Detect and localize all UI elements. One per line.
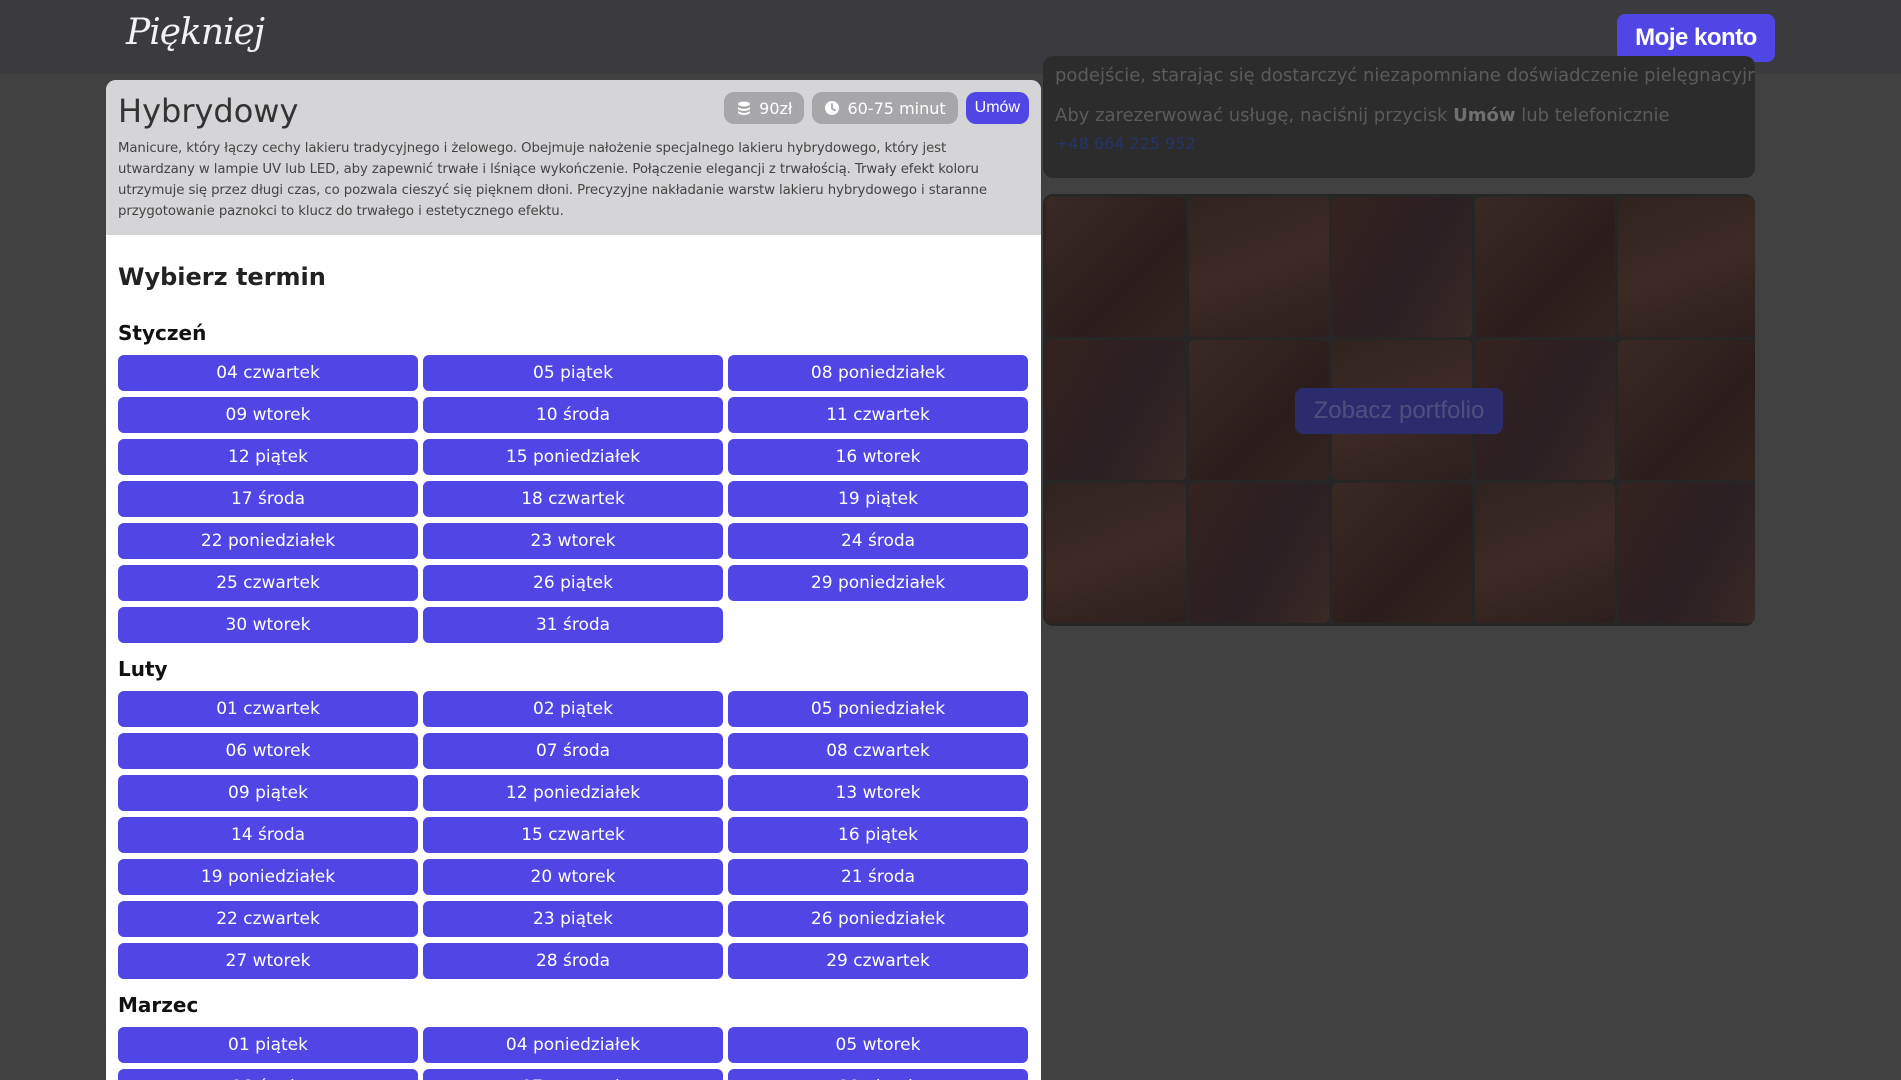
date-button[interactable]: 22 czwartek (118, 901, 418, 937)
portfolio-image (1475, 197, 1615, 337)
duration-label: 60-75 minut (847, 98, 946, 118)
date-button[interactable]: 22 poniedziałek (118, 523, 418, 559)
date-button[interactable]: 04 poniedziałek (423, 1027, 723, 1063)
booking-section: Wybierz termin Styczeń 04 czwartek 05 piąt… (106, 263, 1041, 1080)
date-button[interactable]: 26 piątek (423, 565, 723, 601)
date-button[interactable]: 05 piątek (423, 355, 723, 391)
date-button[interactable]: 23 piątek (423, 901, 723, 937)
date-button[interactable]: 08 czwartek (728, 733, 1028, 769)
date-button[interactable]: 26 poniedziałek (728, 901, 1028, 937)
portfolio-image (1618, 197, 1755, 337)
choose-date-title: Wybierz termin (118, 263, 326, 291)
service-title: Hybrydowy (118, 92, 299, 130)
price-badge: 90zł (724, 92, 805, 124)
date-button[interactable]: 20 wtorek (423, 859, 723, 895)
date-button[interactable]: 31 środa (423, 607, 723, 643)
date-button[interactable]: 24 środa (728, 523, 1028, 559)
service-meta: 90zł 60-75 minut Umów (724, 92, 1029, 124)
see-portfolio-button[interactable]: Zobacz portfolio (1295, 388, 1503, 434)
portfolio-image (1475, 483, 1615, 623)
date-button[interactable]: 01 piątek (118, 1027, 418, 1063)
date-button[interactable]: 06 wtorek (118, 733, 418, 769)
date-button[interactable]: 07 środa (423, 733, 723, 769)
date-button[interactable]: 15 poniedziałek (423, 439, 723, 475)
date-button[interactable]: 09 piątek (118, 775, 418, 811)
date-button[interactable]: 04 czwartek (118, 355, 418, 391)
date-button[interactable]: 19 poniedziałek (118, 859, 418, 895)
date-button[interactable]: 16 wtorek (728, 439, 1028, 475)
portfolio-gallery: Zobacz portfolio (1043, 194, 1755, 626)
coins-icon (736, 100, 752, 116)
date-button[interactable]: 17 środa (118, 481, 418, 517)
date-button[interactable]: 05 wtorek (728, 1027, 1028, 1063)
price-label: 90zł (759, 98, 793, 118)
portfolio-image (1332, 483, 1472, 623)
date-button[interactable]: 27 wtorek (118, 943, 418, 979)
date-button[interactable]: 08 poniedziałek (728, 355, 1028, 391)
service-header: Hybrydowy 90zł 60-75 minut Umów Manicure… (106, 80, 1041, 235)
portfolio-image (1046, 483, 1186, 623)
date-button[interactable]: 12 piątek (118, 439, 418, 475)
service-info-panel: podejście, starając się dostarczyć nieza… (1043, 56, 1755, 178)
date-button[interactable]: 08 piątek (728, 1069, 1028, 1080)
portfolio-image (1189, 197, 1329, 337)
date-button[interactable]: 21 środa (728, 859, 1028, 895)
portfolio-image (1046, 197, 1186, 337)
book-button[interactable]: Umów (965, 92, 1029, 124)
clock-icon (824, 100, 840, 116)
date-button[interactable]: 10 środa (423, 397, 723, 433)
portfolio-image (1618, 483, 1755, 623)
date-button[interactable]: 29 poniedziałek (728, 565, 1028, 601)
date-button[interactable]: 01 czwartek (118, 691, 418, 727)
date-button[interactable]: 30 wtorek (118, 607, 418, 643)
portfolio-image (1618, 340, 1755, 480)
date-button[interactable]: 28 środa (423, 943, 723, 979)
brand-logo[interactable]: Piękniej (126, 12, 265, 53)
portfolio-image (1046, 340, 1186, 480)
date-button[interactable]: 13 wtorek (728, 775, 1028, 811)
day-grid: 01 czwartek 02 piątek 05 poniedziałek 06 wt… (118, 691, 1029, 979)
month-heading: Luty (118, 657, 168, 681)
date-button[interactable]: 06 środa (118, 1069, 418, 1080)
months-container: Styczeń 04 czwartek 05 piątek 08 poniedział… (118, 321, 1029, 1080)
month-heading: Styczeń (118, 321, 207, 345)
date-button[interactable]: 02 piątek (423, 691, 723, 727)
date-button[interactable]: 25 czwartek (118, 565, 418, 601)
service-description: Manicure, który łączy cechy lakieru trad… (118, 141, 987, 219)
portfolio-image (1332, 197, 1472, 337)
date-button[interactable]: 14 środa (118, 817, 418, 853)
date-button[interactable]: 05 poniedziałek (728, 691, 1028, 727)
phone-link[interactable]: +48 664 225 952 (1055, 130, 1743, 158)
portfolio-image (1189, 483, 1329, 623)
date-button[interactable]: 11 czwartek (728, 397, 1028, 433)
date-button[interactable]: 18 czwartek (423, 481, 723, 517)
day-grid: 04 czwartek 05 piątek 08 poniedziałek 09 wt… (118, 355, 1029, 643)
duration-badge: 60-75 minut (812, 92, 958, 124)
date-button[interactable]: 29 czwartek (728, 943, 1028, 979)
month-heading: Marzec (118, 993, 199, 1017)
date-button[interactable]: 19 piątek (728, 481, 1028, 517)
date-button[interactable]: 12 poniedziałek (423, 775, 723, 811)
day-grid: 01 piątek04 poniedziałek05 wtorek 06 środ… (118, 1027, 1029, 1080)
booking-modal: Hybrydowy 90zł 60-75 minut Umów Manicure… (106, 80, 1041, 1080)
date-button[interactable]: 09 wtorek (118, 397, 418, 433)
my-account-button[interactable]: Moje konto (1617, 14, 1775, 62)
date-button[interactable]: 23 wtorek (423, 523, 723, 559)
info-text: podejście, starając się dostarczyć nieza… (1055, 65, 1755, 86)
booking-hint: Aby zarezerwować usługę, naciśnij przyci… (1055, 105, 1670, 126)
date-button[interactable]: 16 piątek (728, 817, 1028, 853)
date-button[interactable]: 15 czwartek (423, 817, 723, 853)
date-button[interactable]: 07 czwartek (423, 1069, 723, 1080)
